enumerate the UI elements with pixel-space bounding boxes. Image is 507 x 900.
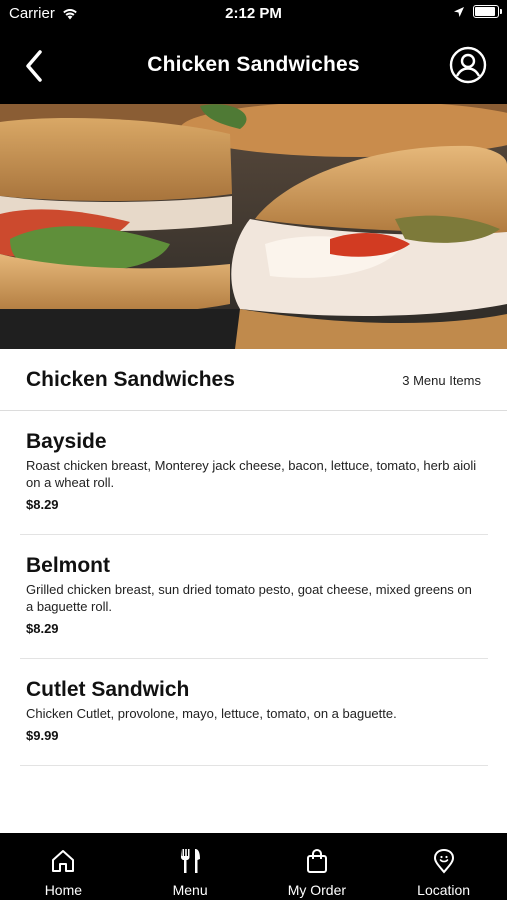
tab-menu[interactable]: Menu	[127, 833, 254, 900]
fork-knife-icon	[181, 849, 201, 873]
tab-home[interactable]: Home	[0, 833, 127, 900]
location-arrow-icon	[454, 6, 464, 17]
section-title: Chicken Sandwiches	[26, 368, 235, 391]
menu-item-price: $8.29	[26, 497, 59, 512]
menu-item[interactable]: Bayside Roast chicken breast, Monterey j…	[20, 429, 488, 535]
menu-item-name: Cutlet Sandwich	[26, 678, 190, 701]
shopping-bag-icon	[306, 848, 327, 873]
status-bar: Carrier 2:12 PM	[0, 0, 507, 28]
profile-button[interactable]	[448, 45, 488, 85]
menu-item-description: Chicken Cutlet, provolone, mayo, lettuce…	[26, 706, 397, 721]
menu-item-description: Grilled chicken breast, sun dried tomato…	[26, 582, 472, 614]
home-icon	[52, 850, 75, 872]
tab-location[interactable]: Location	[380, 833, 507, 900]
menu-item[interactable]: Belmont Grilled chicken breast, sun drie…	[20, 553, 488, 659]
tab-label: Menu	[172, 882, 208, 898]
menu-item-name: Bayside	[26, 430, 107, 453]
tab-label: My Order	[287, 882, 347, 898]
user-circle-icon	[449, 46, 487, 84]
menu-item-description: Roast chicken breast, Monterey jack chee…	[26, 458, 477, 490]
category-hero-image	[0, 104, 507, 349]
menu-item-count: 3 Menu Items	[402, 373, 481, 388]
menu-item-price: $9.99	[26, 728, 59, 743]
sandwich-photo	[0, 104, 507, 349]
menu-item-price: $8.29	[26, 621, 59, 636]
page-title: Chicken Sandwiches	[147, 53, 360, 76]
menu-item[interactable]: Cutlet Sandwich Chicken Cutlet, provolon…	[20, 677, 488, 766]
top-bar: Carrier 2:12 PM Chicken Sandwiches	[0, 0, 507, 104]
status-time: 2:12 PM	[225, 5, 282, 22]
section-header: Chicken Sandwiches 3 Menu Items	[0, 349, 507, 411]
bottom-tab-bar: Home Menu My Order Location	[0, 833, 507, 900]
tab-label: Location	[417, 882, 471, 898]
map-pin-icon	[433, 848, 454, 874]
status-right	[453, 5, 502, 18]
tab-label: Home	[44, 882, 83, 898]
tab-my-order[interactable]: My Order	[254, 833, 381, 900]
battery-icon	[473, 5, 502, 18]
menu-item-name: Belmont	[26, 554, 110, 577]
